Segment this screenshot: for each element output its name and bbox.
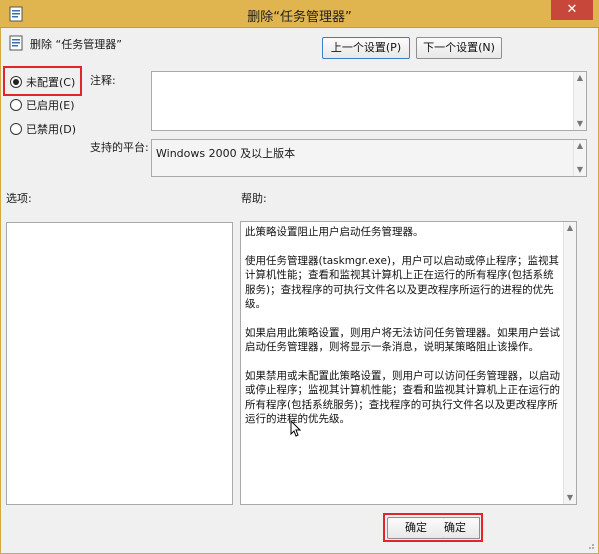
window-title: 删除“任务管理器” <box>247 10 352 25</box>
comment-textarea[interactable]: ▲ ▼ <box>151 71 587 131</box>
platform-scrollbar[interactable]: ▲ ▼ <box>573 140 586 176</box>
mouse-cursor-icon <box>290 420 302 437</box>
options-label: 选项: <box>6 192 32 205</box>
previous-setting-button[interactable]: 上一个设置(P) <box>322 37 410 59</box>
help-label: 帮助: <box>241 192 267 205</box>
help-paragraph: 如果禁用或未配置此策略设置，则用户可以访问任务管理器，以启动或停止程序；监视其计… <box>245 369 560 426</box>
help-paragraph: 此策略设置阻止用户启动任务管理器。 <box>245 226 424 238</box>
scroll-down-icon[interactable]: ▼ <box>564 492 576 504</box>
help-paragraph: 如果启用此策略设置，则用户将无法访问任务管理器。如果用户尝试启动任务管理器，则将… <box>245 326 560 354</box>
policy-name: 删除 “任务管理器” <box>30 38 122 51</box>
radio-label: 已启用(E) <box>26 99 75 112</box>
scroll-up-icon[interactable]: ▲ <box>574 140 586 152</box>
comment-label: 注释: <box>90 74 116 87</box>
radio-disabled[interactable]: 已禁用(D) <box>10 121 76 137</box>
scroll-down-icon[interactable]: ▼ <box>574 164 586 176</box>
options-panel <box>6 222 233 505</box>
radio-label: 已禁用(D) <box>26 123 77 136</box>
help-panel[interactable]: 此策略设置阻止用户启动任务管理器。 使用任务管理器(taskmgr.exe)，用… <box>240 221 577 505</box>
platform-label: 支持的平台: <box>90 141 149 154</box>
help-paragraph: 使用任务管理器(taskmgr.exe)，用户可以启动或停止程序；监视其计算机性… <box>245 254 560 311</box>
next-setting-button[interactable]: 下一个设置(N) <box>416 37 502 59</box>
comment-scrollbar[interactable]: ▲ ▼ <box>573 72 586 130</box>
title-bar[interactable]: 删除“任务管理器” ✕ <box>0 0 599 28</box>
platform-value: Windows 2000 及以上版本 <box>156 147 296 160</box>
close-button[interactable]: ✕ <box>551 0 593 20</box>
radio-enabled[interactable]: 已启用(E) <box>10 97 75 113</box>
radio-dot[interactable] <box>10 99 22 111</box>
help-text: 此策略设置阻止用户启动任务管理器。 使用任务管理器(taskmgr.exe)，用… <box>245 225 561 441</box>
scroll-up-icon[interactable]: ▲ <box>564 222 576 234</box>
platform-field: Windows 2000 及以上版本 ▲ ▼ <box>151 139 587 177</box>
policy-icon <box>9 35 23 51</box>
scroll-up-icon[interactable]: ▲ <box>574 72 586 84</box>
scroll-down-icon[interactable]: ▼ <box>574 118 586 130</box>
help-scrollbar[interactable]: ▲ ▼ <box>563 222 576 504</box>
ok-highlight-box <box>383 513 483 542</box>
resize-grip-icon[interactable] <box>585 540 595 550</box>
radio-highlight-box <box>3 66 82 96</box>
radio-dot[interactable] <box>10 123 22 135</box>
